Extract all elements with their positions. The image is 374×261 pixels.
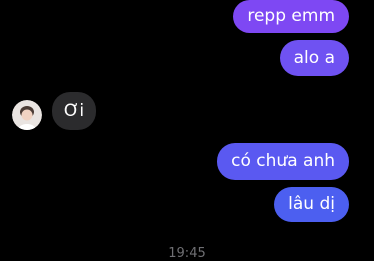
contact-avatar-icon[interactable] (12, 100, 42, 130)
message-text: lâu dị (288, 194, 335, 214)
message-text: repp emm (247, 6, 335, 26)
incoming-message[interactable]: Ơi (52, 92, 96, 130)
message-text: Ơi (63, 100, 85, 121)
message-timestamp: 19:45 (168, 246, 206, 261)
outgoing-message[interactable]: repp emm (233, 0, 349, 33)
outgoing-message[interactable]: lâu dị (274, 187, 349, 222)
outgoing-message[interactable]: alo a (279, 40, 349, 76)
message-text: alo a (293, 47, 335, 68)
message-text: có chưa anh (231, 151, 335, 171)
outgoing-message[interactable]: có chưa anh (217, 143, 349, 180)
